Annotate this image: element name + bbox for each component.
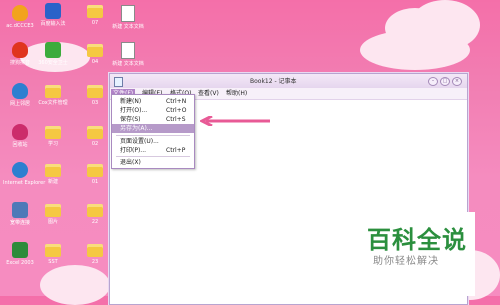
desktop-folder-02[interactable]: 02 [78,124,112,147]
desktop-text-document[interactable]: 新建 文本文档 [111,5,145,30]
desktop-folder-23[interactable]: 23 [78,242,112,265]
heart-icon [12,5,28,21]
menu-view[interactable]: 查看(V) [196,89,221,98]
watermark-title: 百科全说 [367,226,467,254]
folder-icon [45,85,61,98]
folder-icon [87,244,103,257]
menu-item-save-as[interactable]: 另存为(A)... [112,124,194,133]
desktop-icon-network[interactable]: 网上邻居 [3,83,37,107]
folder-icon [87,85,103,98]
heart-icon [12,124,28,140]
notepad-icon [114,77,123,87]
desktop-icon-sst[interactable]: SST [36,242,70,265]
desktop-icon-360[interactable]: 360安全卫士 [36,42,70,66]
desktop-folder-04[interactable]: 04 [78,42,112,65]
folder-icon [45,244,61,257]
desktop-icon-recycle-bin[interactable]: 回收站 [3,124,37,148]
menu-item-new[interactable]: 新建(N) Ctrl+N [112,97,194,106]
desktop-folder-01[interactable]: 01 [78,162,112,185]
desktop-icon-study[interactable]: 学习 [36,124,70,147]
excel-icon [12,242,28,258]
cloud-decoration [40,265,110,305]
desktop-icon-new[interactable]: 新建 [36,162,70,185]
folder-icon [87,126,103,139]
shield-icon [45,3,61,19]
network-icon [12,202,28,218]
menu-item-print[interactable]: 打印(P)... Ctrl+P [112,146,194,155]
minimize-button[interactable]: – [428,77,438,86]
desktop-icon-baidu-input[interactable]: 百度输入法 [36,3,70,27]
folder-icon [87,204,103,217]
folder-icon [45,164,61,177]
heart-icon [12,42,28,58]
desktop-icon-sogou[interactable]: 搜狗拼音 [3,42,37,66]
desktop-icon-ie[interactable]: Internet Explorer [3,162,45,186]
desktop-icon-ac[interactable]: ac.dCCCE3 [3,5,37,29]
text-document-icon [121,42,135,59]
desktop-icon-pictures[interactable]: 图片 [36,202,70,225]
title-bar[interactable]: Book12 - 记事本 – □ × [110,74,467,88]
menu-item-page-setup[interactable]: 页面设置(U)... [112,137,194,146]
watermark-subtitle: 助你轻松解决 [373,256,439,267]
desktop-text-document[interactable]: 新建 文本文档 [111,42,145,67]
desktop-folder-22[interactable]: 22 [78,202,112,225]
desktop-icon-excel[interactable]: Excel 2003 [3,242,37,266]
text-document-icon [121,5,135,22]
file-menu-dropdown: 新建(N) Ctrl+N 打开(O)... Ctrl+O 保存(S) Ctrl+… [111,94,195,169]
window-title: Book12 - 记事本 [250,78,297,85]
maximize-button[interactable]: □ [440,77,450,86]
heart-icon [12,83,28,99]
menu-help[interactable]: 帮助(H) [224,89,249,98]
desktop-folder-07[interactable]: 07 [78,3,112,26]
menu-item-save[interactable]: 保存(S) Ctrl+S [112,115,194,124]
folder-icon [87,164,103,177]
globe-icon [12,162,28,178]
desktop-icon-cox[interactable]: Cox文件管理 [36,83,70,106]
pointer-arrow-icon [200,116,270,126]
folder-icon [87,5,103,18]
watermark-panel: 百科全说 助你轻松解决 [355,212,475,296]
menu-item-open[interactable]: 打开(O)... Ctrl+O [112,106,194,115]
menu-item-exit[interactable]: 退出(X) [112,158,194,167]
menu-separator [116,135,190,136]
cloud-decoration [360,30,470,70]
close-button[interactable]: × [452,77,462,86]
desktop-folder-03[interactable]: 03 [78,83,112,106]
menu-separator [116,156,190,157]
folder-icon [45,204,61,217]
folder-icon [87,44,103,57]
shield-icon [45,42,61,58]
folder-icon [45,126,61,139]
desktop-icon-broadband[interactable]: 宽带连接 [3,202,37,226]
